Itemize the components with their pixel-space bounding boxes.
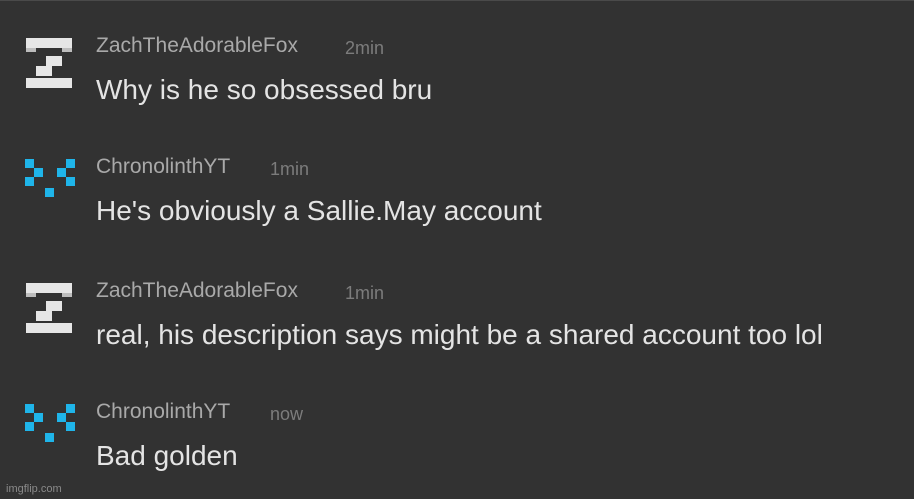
timestamp: now <box>270 404 304 424</box>
comment-text: real, his description says might be a sh… <box>96 319 823 350</box>
comment-item: ChronolinthYT now Bad golden <box>0 400 914 482</box>
username[interactable]: ZachTheAdorableFox <box>96 279 298 303</box>
username[interactable]: ChronolinthYT <box>96 400 230 424</box>
username[interactable]: ChronolinthYT <box>96 155 230 179</box>
pixel-cross-icon[interactable] <box>23 402 79 458</box>
pixel-z-icon[interactable] <box>23 36 79 92</box>
top-divider <box>0 0 914 1</box>
timestamp: 1min <box>270 159 310 179</box>
timestamp: 2min <box>345 38 385 58</box>
comment-item: ChronolinthYT 1min He's obviously a Sall… <box>0 155 914 237</box>
timestamp: 1min <box>345 283 385 303</box>
comment-text: Why is he so obsessed bru <box>96 74 433 105</box>
imgflip-watermark: imgflip.com <box>6 483 62 495</box>
comment-text: He's obviously a Sallie.May account <box>96 195 542 226</box>
pixel-z-icon[interactable] <box>23 281 79 337</box>
comment-item: ZachTheAdorableFox 2min Why is he so obs… <box>0 34 914 116</box>
comment-text: Bad golden <box>96 440 238 471</box>
comment-item: ZachTheAdorableFox 1min real, his descri… <box>0 279 914 361</box>
pixel-cross-icon[interactable] <box>23 157 79 213</box>
username[interactable]: ZachTheAdorableFox <box>96 34 298 58</box>
